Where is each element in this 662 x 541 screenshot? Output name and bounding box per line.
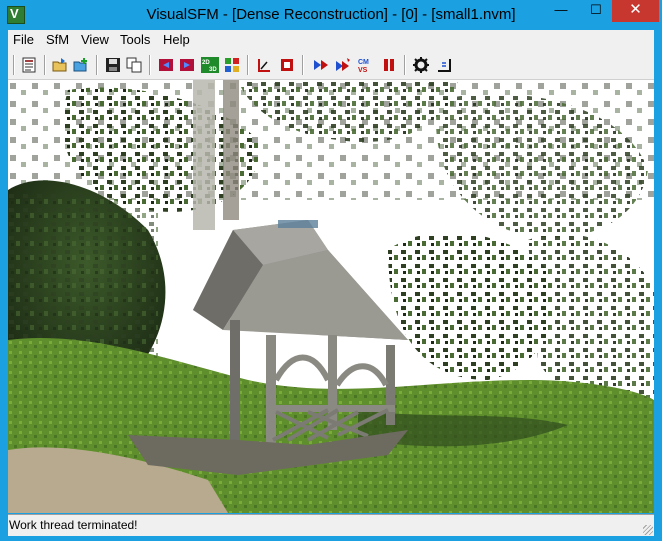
maximize-button[interactable]: ☐: [581, 0, 611, 22]
menu-help[interactable]: Help: [163, 32, 190, 47]
thumbnails-icon[interactable]: [224, 57, 240, 73]
svg-text:3D: 3D: [209, 67, 217, 73]
log-window-icon[interactable]: [21, 57, 37, 73]
toolbar: 2D 3D CM VS: [8, 51, 654, 80]
compute-matching-icon[interactable]: [313, 57, 329, 73]
dense-reconstruction-render: [8, 80, 654, 513]
toolbar-separator: [149, 55, 151, 75]
app-window: VisualSFM - [Dense Reconstruction] - [0]…: [0, 0, 662, 541]
menu-view[interactable]: View: [81, 32, 109, 47]
pointer-tool-icon[interactable]: [256, 57, 272, 73]
add-images-icon[interactable]: [73, 57, 89, 73]
next-model-icon[interactable]: [179, 57, 195, 73]
prev-model-icon[interactable]: [158, 57, 174, 73]
minimize-button[interactable]: —: [546, 0, 576, 22]
toolbar-separator: [96, 55, 98, 75]
show-features-icon[interactable]: [436, 57, 452, 73]
toolbar-separator: [404, 55, 406, 75]
point-cloud-viewport[interactable]: [8, 80, 654, 513]
toolbar-separator: [13, 55, 15, 75]
toolbar-separator: [302, 55, 304, 75]
svg-text:2D: 2D: [202, 60, 210, 66]
menu-bar: File SfM View Tools Help: [8, 30, 654, 51]
copy-icon[interactable]: [126, 57, 142, 73]
resize-grip[interactable]: [643, 525, 653, 535]
toolbar-separator: [247, 55, 249, 75]
svg-text:VS: VS: [358, 67, 368, 73]
reconstruct-sparse-icon[interactable]: [335, 57, 351, 73]
status-bar: Work thread terminated!: [8, 514, 654, 536]
close-button[interactable]: ✕: [612, 0, 659, 22]
menu-sfm[interactable]: SfM: [46, 32, 69, 47]
pause-icon[interactable]: [381, 57, 397, 73]
menu-file[interactable]: File: [13, 32, 34, 47]
reconstruct-dense-icon[interactable]: CM VS: [358, 57, 374, 73]
toggle-2d-3d-icon[interactable]: 2D 3D: [201, 57, 219, 73]
status-message: Work thread terminated!: [9, 518, 138, 532]
settings-gear-icon[interactable]: [413, 57, 429, 73]
title-bar[interactable]: VisualSFM - [Dense Reconstruction] - [0]…: [0, 0, 662, 30]
menu-tools[interactable]: Tools: [120, 32, 150, 47]
open-folder-icon[interactable]: [52, 57, 68, 73]
svg-text:CM: CM: [358, 59, 369, 66]
stop-icon[interactable]: [279, 57, 295, 73]
save-nvm-icon[interactable]: [105, 57, 121, 73]
toolbar-separator: [44, 55, 46, 75]
